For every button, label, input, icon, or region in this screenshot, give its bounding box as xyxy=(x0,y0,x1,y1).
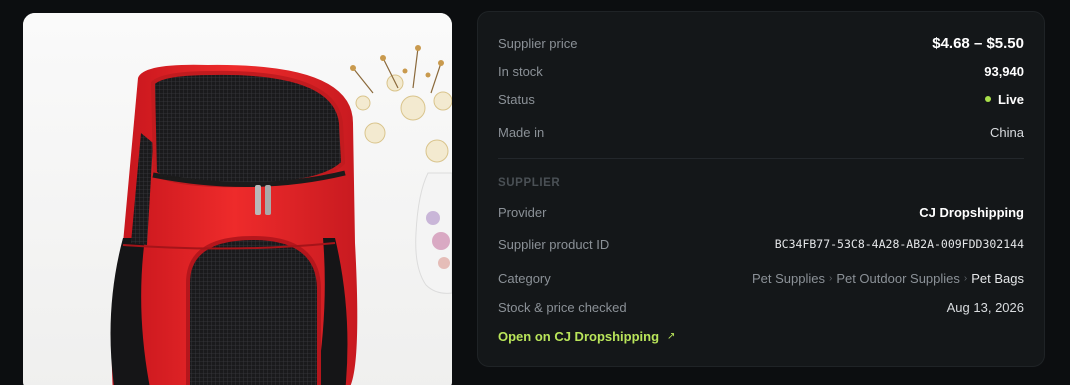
status-label: Status xyxy=(498,91,535,107)
supplier-price-row: Supplier price $4.68 – $5.50 xyxy=(498,33,1024,53)
category-crumb[interactable]: Pet Bags xyxy=(971,271,1024,286)
supplier-price-label: Supplier price xyxy=(498,35,578,51)
in-stock-label: In stock xyxy=(498,63,543,79)
provider-label: Provider xyxy=(498,204,547,220)
provider-value: CJ Dropshipping xyxy=(919,204,1024,220)
category-label: Category xyxy=(498,270,551,286)
category-crumb[interactable]: Pet Outdoor Supplies xyxy=(836,271,960,286)
product-id-label: Supplier product ID xyxy=(498,236,610,252)
chevron-right-icon: › xyxy=(828,272,833,284)
category-crumb[interactable]: Pet Supplies xyxy=(752,271,825,286)
provider-row: Provider CJ Dropshipping xyxy=(498,202,1024,222)
product-details-panel: Supplier price $4.68 – $5.50 In stock 93… xyxy=(477,11,1045,367)
supplier-price-value: $4.68 – $5.50 xyxy=(932,34,1024,52)
made-in-value: China xyxy=(990,124,1024,140)
in-stock-value: 93,940 xyxy=(984,63,1024,79)
pet-carrier-illustration xyxy=(23,13,452,385)
chevron-right-icon: › xyxy=(963,272,968,284)
product-id-row: Supplier product ID BC34FB77-53C8-4A28-A… xyxy=(498,234,1024,254)
external-arrow-icon: ↗ xyxy=(667,331,676,342)
status-dot-icon xyxy=(984,96,991,102)
made-in-label: Made in xyxy=(498,124,545,140)
status-value: Live xyxy=(997,91,1024,107)
checked-value: Aug 13, 2026 xyxy=(946,299,1024,315)
status-badge: Live xyxy=(984,91,1024,107)
open-supplier-link[interactable]: Open on CJ Dropshipping ↗ xyxy=(498,329,675,344)
made-in-row: Made in China xyxy=(498,122,1024,142)
category-row: Category Pet Supplies › Pet Outdoor Supp… xyxy=(498,268,1024,288)
product-id-value[interactable]: BC34FB77-53C8-4A28-AB2A-009FDD302144 xyxy=(775,237,1024,251)
checked-label: Stock & price checked xyxy=(498,299,627,315)
product-detail-page: Supplier price $4.68 – $5.50 In stock 93… xyxy=(0,0,1070,385)
status-row: Status Live xyxy=(498,89,1024,109)
supplier-section-title: SUPPLIER xyxy=(498,177,561,189)
in-stock-row: In stock 93,940 xyxy=(498,61,1024,81)
open-supplier-link-label: Open on CJ Dropshipping xyxy=(498,329,660,344)
checked-row: Stock & price checked Aug 13, 2026 xyxy=(498,297,1024,317)
product-image[interactable] xyxy=(23,13,452,385)
category-breadcrumb: Pet Supplies › Pet Outdoor Supplies › Pe… xyxy=(752,271,1024,286)
section-divider xyxy=(498,158,1024,159)
